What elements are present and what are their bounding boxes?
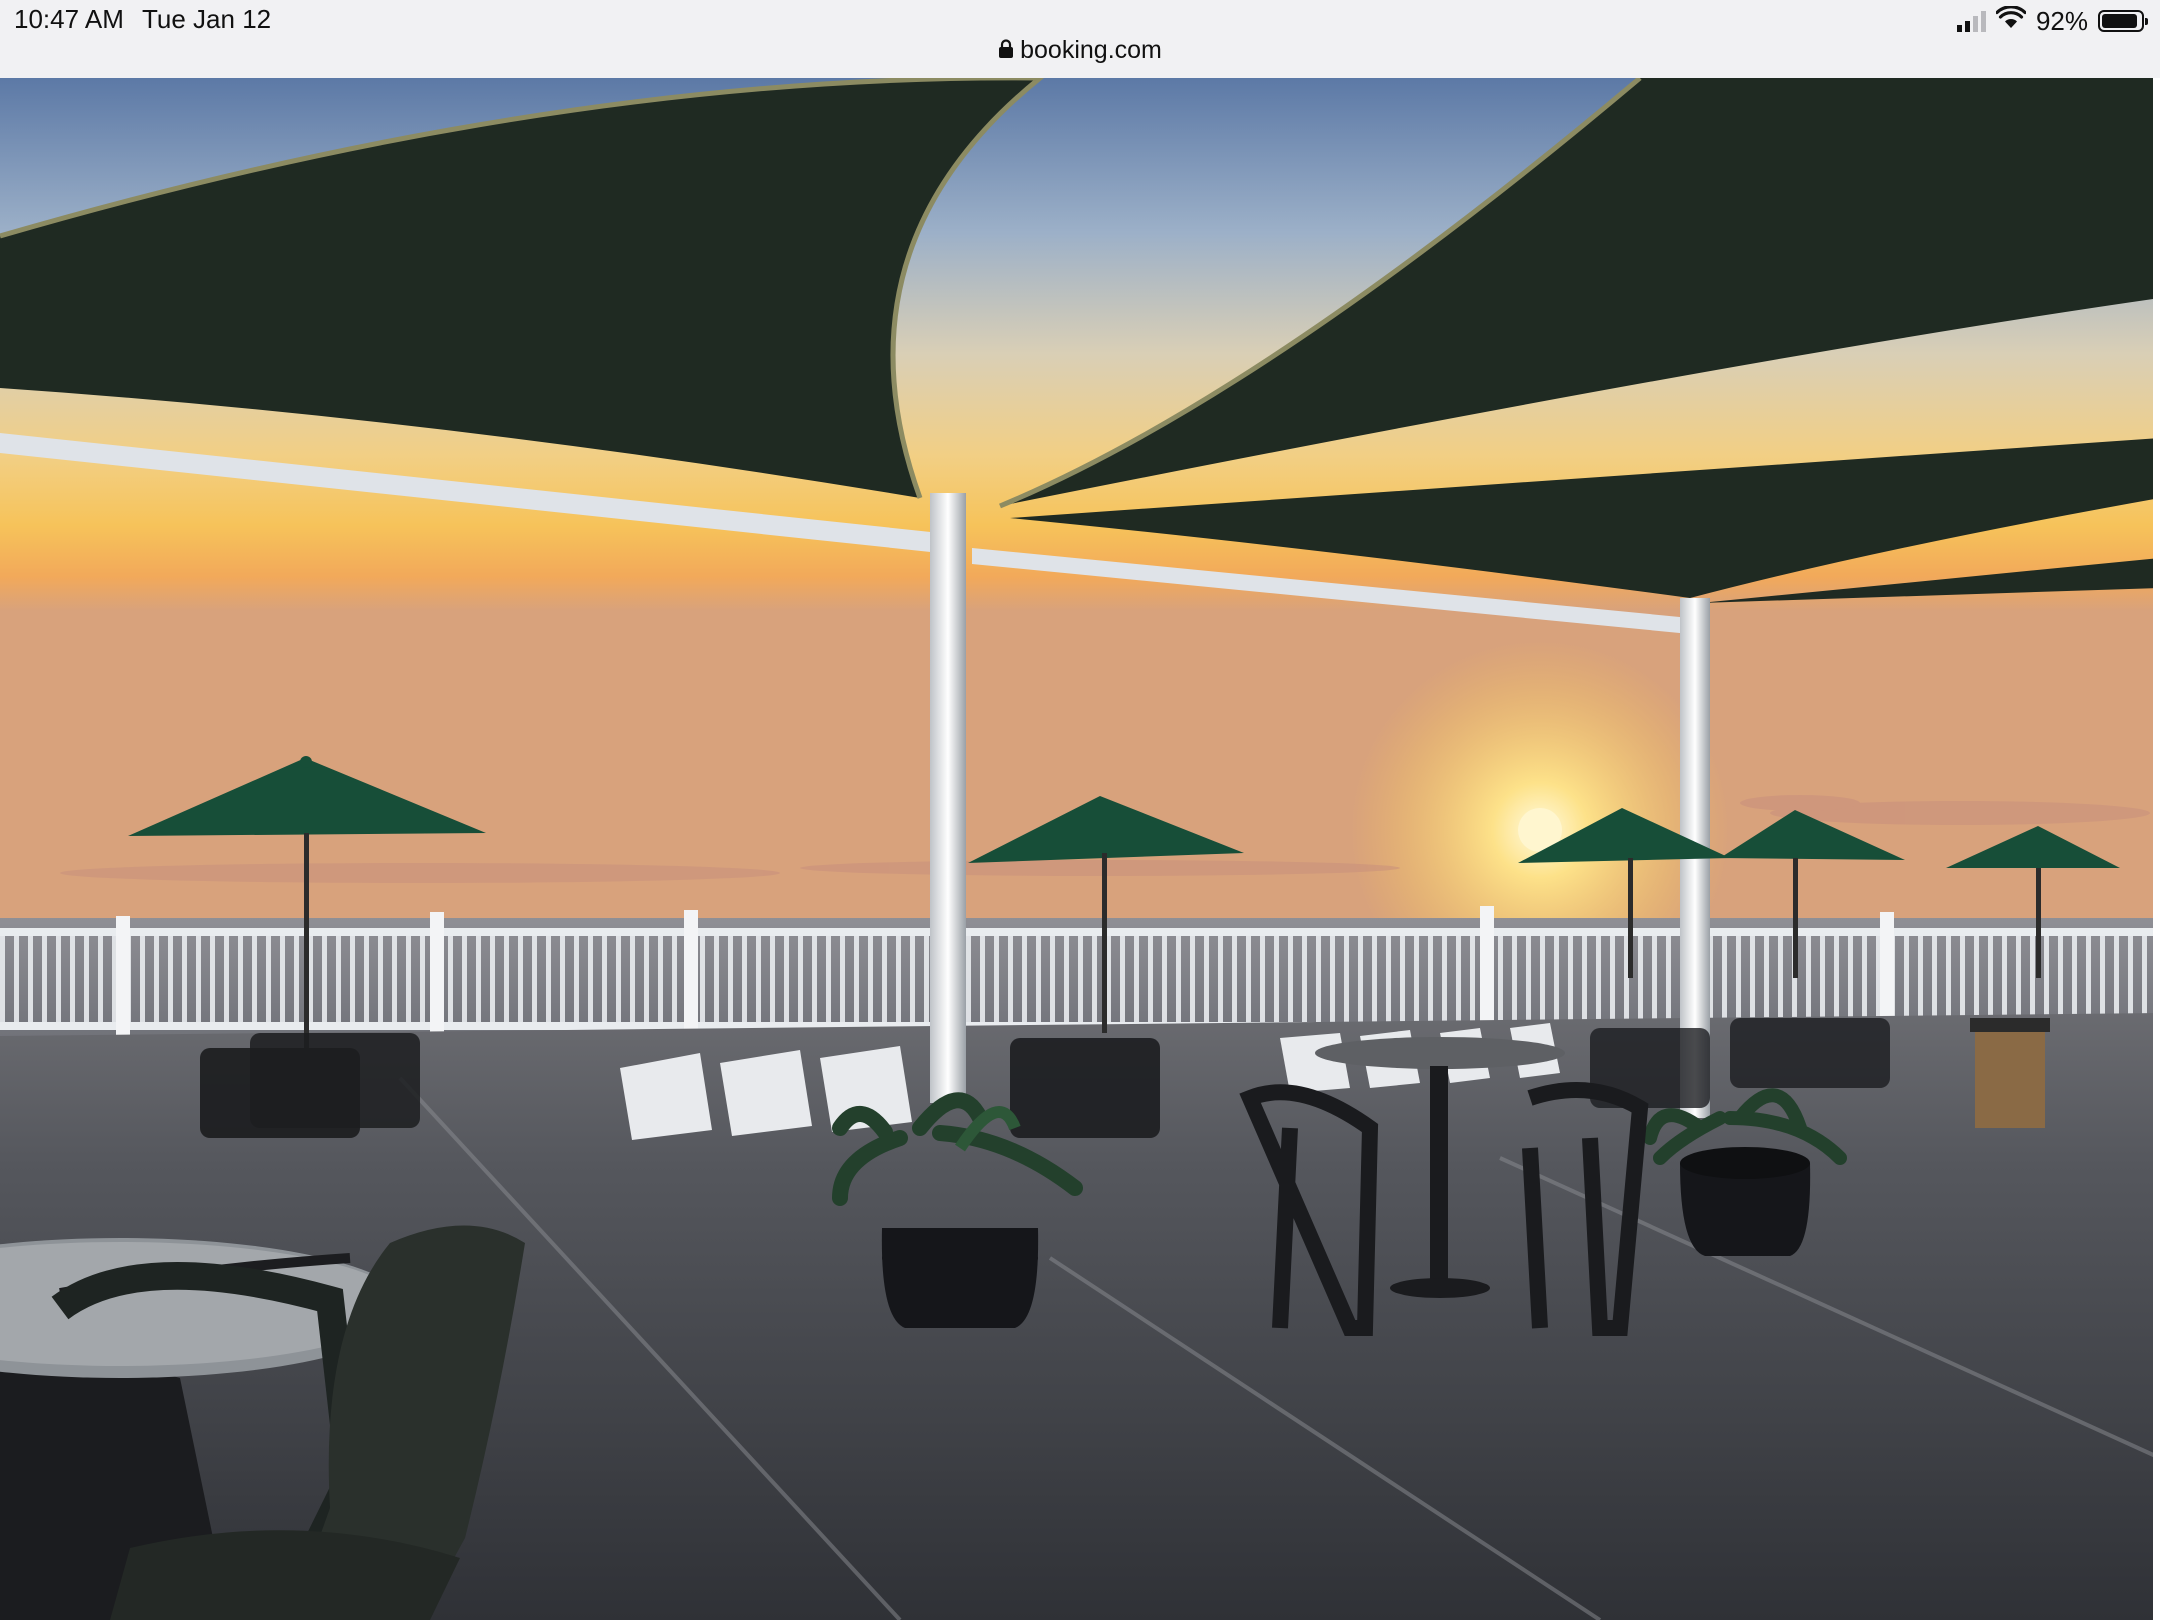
address-bar[interactable]: booking.com (0, 36, 2160, 66)
wifi-icon (1995, 4, 2027, 37)
battery-fill (2102, 14, 2137, 28)
battery-icon (2098, 10, 2148, 32)
lock-icon (998, 37, 1014, 66)
status-indicators: 92% (1956, 4, 2148, 37)
status-time: 10:47 AM (14, 4, 124, 34)
support-pole (930, 493, 966, 1103)
url-text[interactable]: booking.com (1020, 36, 1162, 64)
hotel-photo[interactable] (0, 78, 2160, 1620)
status-bar: 10:47 AM Tue Jan 12 booking.com 92% (0, 0, 2160, 78)
page-edge (2153, 78, 2160, 1620)
signal-icon (1956, 10, 1986, 32)
status-date: Tue Jan 12 (142, 4, 272, 34)
trash-bin (1975, 1028, 2045, 1128)
battery-percent: 92% (2035, 5, 2088, 36)
